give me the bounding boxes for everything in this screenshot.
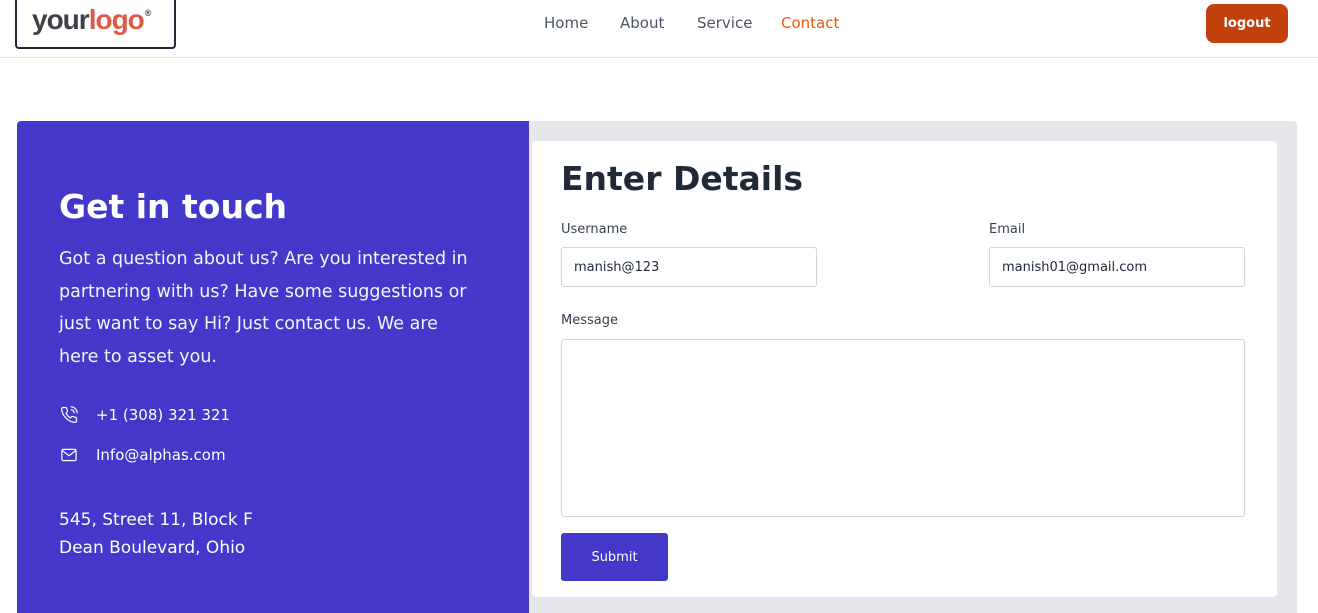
message-label: Message: [561, 313, 618, 328]
address-line-2: Dean Boulevard, Ohio: [59, 538, 246, 558]
contact-description: Got a question about us? Are you interes…: [59, 249, 468, 367]
username-label: Username: [561, 222, 628, 237]
email-label: Email: [989, 222, 1026, 237]
submit-button[interactable]: Submit: [561, 533, 668, 581]
logo-text: yourlogo®: [32, 4, 152, 36]
phone-row: +1 (308) 321 321: [59, 405, 230, 425]
logo-your: your: [32, 4, 90, 35]
nav-home[interactable]: Home: [544, 14, 588, 32]
logo-registered-mark: ®: [144, 8, 152, 18]
email-row: Info@alphas.com: [59, 445, 226, 465]
mail-icon: [59, 445, 79, 465]
phone-icon: [59, 405, 79, 425]
nav-contact[interactable]: Contact: [781, 14, 839, 32]
nav-service[interactable]: Service: [697, 14, 752, 32]
email-address: Info@alphas.com: [96, 446, 226, 464]
email-input[interactable]: [989, 247, 1245, 287]
top-navbar: yourlogo® Home About Service Contact log…: [0, 0, 1318, 58]
logo-logo: logo: [88, 4, 145, 35]
contact-info-panel: Get in touch Got a question about us? Ar…: [17, 121, 529, 613]
logout-button[interactable]: logout: [1206, 4, 1288, 43]
form-title: Enter Details: [561, 159, 804, 198]
logo[interactable]: yourlogo®: [15, 0, 176, 49]
phone-number: +1 (308) 321 321: [96, 406, 231, 424]
address-line-1: 545, Street 11, Block F: [59, 510, 253, 530]
contact-title: Get in touch: [59, 187, 288, 226]
message-textarea[interactable]: [561, 339, 1245, 517]
nav-about[interactable]: About: [620, 14, 664, 32]
username-input[interactable]: [561, 247, 817, 287]
details-form: Enter Details Username Email Message Sub…: [532, 141, 1277, 597]
